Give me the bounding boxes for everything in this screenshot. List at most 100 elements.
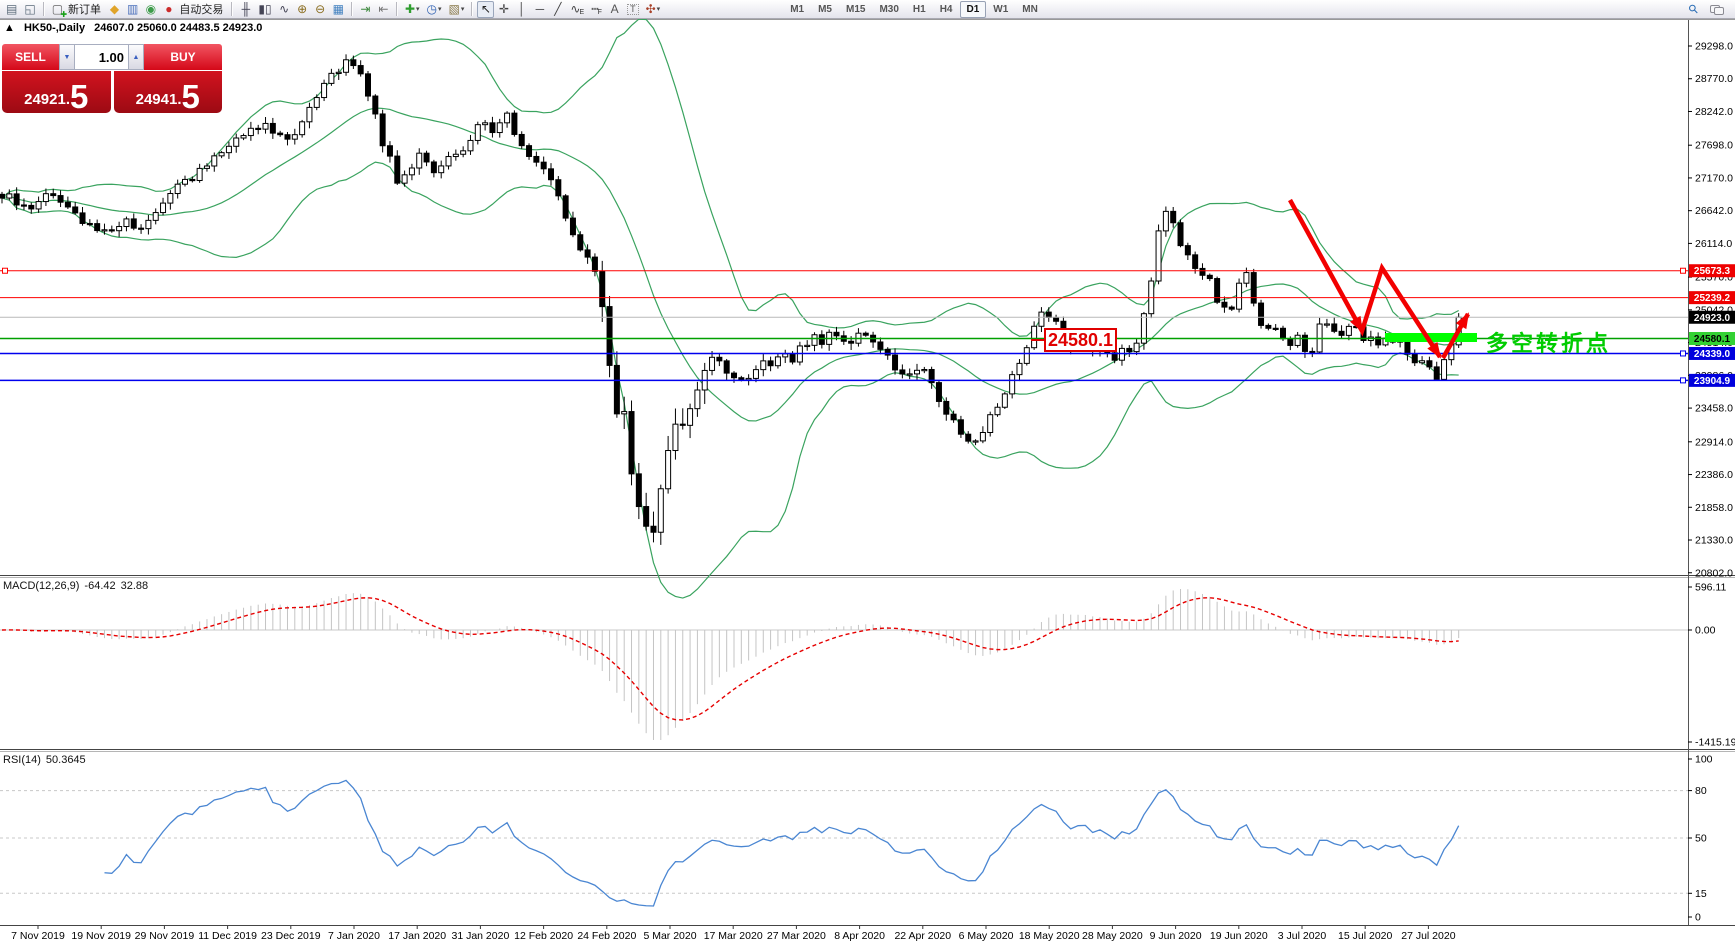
indicators-icon[interactable]: ✚ ▾ — [402, 1, 423, 18]
cursor-icon[interactable]: ↖ — [477, 0, 495, 18]
horizontal-line-icon-glyph: ─ — [535, 2, 545, 16]
svg-text:0: 0 — [1695, 912, 1701, 924]
callout-connector — [1031, 339, 1044, 341]
svg-text:27698.0: 27698.0 — [1695, 140, 1733, 152]
timeframe-d1[interactable]: D1 — [959, 0, 987, 18]
ohlc-values: 24607.0 25060.0 24483.5 24923.0 — [94, 22, 263, 34]
timeframe-m1[interactable]: M1 — [783, 1, 811, 18]
chart-shift-icon[interactable]: ⇤ — [375, 1, 392, 18]
macd-name: MACD(12,26,9) — [3, 580, 80, 592]
sell-price-big-digit: 5 — [70, 77, 89, 115]
svg-text:25673.3: 25673.3 — [1694, 266, 1731, 277]
svg-text:22914.0: 22914.0 — [1695, 436, 1733, 448]
svg-text:20802.0: 20802.0 — [1695, 567, 1733, 579]
svg-text:27 Mar 2020: 27 Mar 2020 — [767, 930, 826, 942]
timeframe-h1[interactable]: H1 — [906, 1, 933, 18]
candlestick-chart-icon[interactable]: ▮▯ — [255, 1, 274, 18]
text-icon[interactable]: A — [606, 1, 623, 18]
svg-text:-1415.19: -1415.19 — [1695, 737, 1735, 749]
expert-advisors-icon-glyph: ◆ — [109, 2, 120, 16]
tile-windows-icon-glyph: ▦ — [332, 2, 344, 16]
pivot-price-callout[interactable]: 24580.1 — [1044, 328, 1118, 352]
svg-text:15 Jul 2020: 15 Jul 2020 — [1338, 930, 1392, 942]
svg-text:23 Dec 2019: 23 Dec 2019 — [261, 930, 321, 942]
timeframe-w1[interactable]: W1 — [986, 1, 1015, 18]
search-icon[interactable]: ⚲ — [1685, 1, 1702, 18]
svg-text:28 May 2020: 28 May 2020 — [1082, 930, 1143, 942]
periods-icon[interactable]: ◷ ▾ — [424, 1, 445, 18]
svg-text:11 Dec 2019: 11 Dec 2019 — [198, 930, 257, 942]
market-watch-icon[interactable]: ◱ — [21, 1, 38, 18]
collapse-arrow-icon[interactable]: ▲ — [4, 22, 15, 34]
rsi-value: 50.3645 — [45, 754, 86, 766]
vertical-line-icon[interactable]: │ — [513, 1, 530, 18]
svg-text:26642.0: 26642.0 — [1695, 205, 1733, 217]
svg-text:27 Jul 2020: 27 Jul 2020 — [1401, 930, 1455, 942]
svg-text:24 Feb 2020: 24 Feb 2020 — [577, 930, 636, 942]
bar-chart-icon[interactable]: ╫ — [237, 1, 254, 18]
buy-price-display[interactable]: 24941. 5 — [113, 71, 222, 113]
main-toolbar: ▤ ◱ ▢ ✚ 新订单 ◆ ▥ ◉ ● 自动交易 ╫ ▮▯ ∿ ⊕ ⊖ ▦ ⇥ ⇤ ✚ ▾ ◷ ▾ ▧ ▾ ↖ ✛ │ ─ ╱ ∿ E ┉ F A… — [0, 0, 1735, 19]
chat-icon[interactable] — [1707, 1, 1727, 18]
signals-icon[interactable]: ◉ — [142, 1, 159, 18]
toolbar-separator — [42, 2, 45, 16]
svg-text:12 Feb 2020: 12 Feb 2020 — [514, 930, 573, 942]
timeframe-mn[interactable]: MN — [1015, 1, 1045, 18]
macd-signal-value: 32.88 — [120, 580, 149, 592]
sell-button[interactable]: SELL — [2, 44, 59, 70]
template-icon-glyph: ▧ — [448, 2, 460, 16]
svg-text:24923.0: 24923.0 — [1694, 313, 1731, 324]
auto-trading-icon-label[interactable]: 自动交易 — [179, 1, 223, 17]
horizontal-line-icon[interactable]: ─ — [531, 1, 548, 18]
svg-text:31 Jan 2020: 31 Jan 2020 — [451, 930, 509, 942]
svg-text:5 Mar 2020: 5 Mar 2020 — [643, 930, 696, 942]
channel-icon-suffix: F — [597, 8, 602, 16]
chart-header: ▲ HK50-,Daily 24607.0 25060.0 24483.5 24… — [4, 22, 268, 34]
svg-text:17 Jan 2020: 17 Jan 2020 — [388, 930, 446, 942]
chevron-down-icon: ▾ — [438, 5, 442, 13]
zoom-out-icon[interactable]: ⊖ — [312, 1, 329, 18]
arrows-icon[interactable]: ✣ ▾ — [643, 1, 664, 18]
new-order-icon-label[interactable]: 新订单 — [68, 1, 101, 17]
chevron-down-icon: ▾ — [460, 5, 465, 13]
channel-icon[interactable]: ┉ F — [588, 1, 605, 18]
auto-scroll-icon[interactable]: ⇥ — [357, 1, 374, 18]
mql5-community-icon[interactable]: ▥ — [124, 1, 141, 18]
auto-trading-icon[interactable]: ● — [160, 1, 177, 18]
timeframe-h4[interactable]: H4 — [933, 1, 960, 18]
indicators-icon-glyph: ✚ — [404, 2, 415, 16]
line-chart-icon[interactable]: ∿ — [276, 1, 293, 18]
volume-input[interactable] — [75, 44, 128, 70]
pivot-annotation-text[interactable]: 多空转折点 — [1486, 326, 1611, 358]
trade-panel-price-row: 24921. 5 24941. 5 — [2, 71, 222, 113]
trendline-icon[interactable]: ╱ — [549, 1, 566, 18]
timeframe-m15[interactable]: M15 — [839, 1, 872, 18]
buy-button[interactable]: BUY — [144, 44, 222, 70]
sell-price-display[interactable]: 24921. 5 — [2, 71, 111, 113]
expert-advisors-icon[interactable]: ◆ — [106, 1, 123, 18]
crosshair-icon[interactable]: ✛ — [495, 1, 512, 18]
zoom-in-icon[interactable]: ⊕ — [294, 1, 311, 18]
mql5-community-icon-glyph: ▥ — [127, 2, 139, 16]
timeframe-m30[interactable]: M30 — [872, 1, 905, 18]
fibonacci-icon[interactable]: ∿ E — [567, 1, 587, 18]
tile-windows-icon[interactable]: ▦ — [330, 1, 347, 18]
svg-text:26114.0: 26114.0 — [1695, 238, 1732, 250]
chart-canvas[interactable]: 29298.0 28770.0 28242.0 27698.0 27170.0 26642… — [0, 0, 1735, 943]
volume-increase-button[interactable]: ▲ — [128, 44, 144, 70]
svg-text:27170.0: 27170.0 — [1695, 172, 1733, 184]
text-label-icon[interactable]: T — [624, 1, 642, 18]
macd-main-value: -64.42 — [84, 580, 116, 592]
chart-window-icon[interactable]: ▤ — [3, 1, 20, 18]
svg-text:24580.1: 24580.1 — [1694, 334, 1731, 345]
volume-decrease-button[interactable]: ▼ — [59, 44, 75, 70]
timeframe-m5[interactable]: M5 — [811, 1, 839, 18]
template-icon[interactable]: ▧ ▾ — [446, 1, 468, 18]
svg-text:19 Jun 2020: 19 Jun 2020 — [1210, 930, 1268, 942]
market-watch-icon-glyph: ◱ — [24, 2, 36, 16]
line-chart-icon-glyph: ∿ — [279, 2, 290, 16]
new-order-icon[interactable]: ▢ ✚ — [49, 1, 67, 18]
text-icon-glyph: A — [610, 2, 619, 16]
arrows-icon-glyph: ✣ — [645, 2, 656, 16]
svg-text:7 Jan 2020: 7 Jan 2020 — [328, 930, 380, 942]
